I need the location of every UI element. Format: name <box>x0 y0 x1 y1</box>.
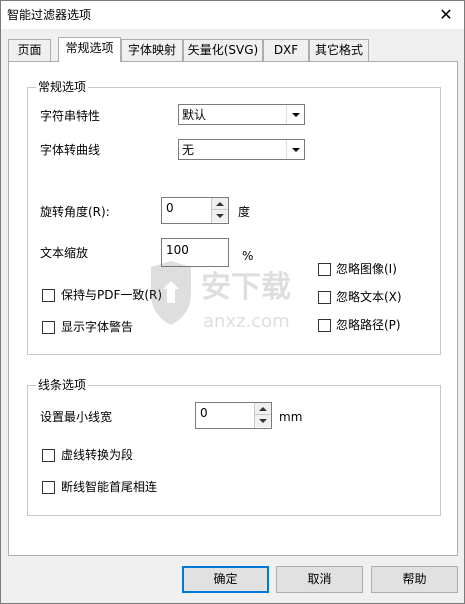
spin-down-icon[interactable] <box>212 210 228 222</box>
min-line-width-spinner[interactable]: 0 <box>195 402 272 429</box>
chevron-down-icon[interactable] <box>286 105 304 124</box>
chevron-down-icon[interactable] <box>286 140 304 159</box>
ignore-paths-checkbox[interactable] <box>318 319 331 332</box>
ignore-text-label: 忽略文本(X) <box>336 290 402 304</box>
keep-pdf-checkbox[interactable] <box>42 289 55 302</box>
general-options-group: 常规选项 字符串特性 默认 字体转曲线 无 旋转角度(R): 0 度 文本缩放 <box>27 79 441 355</box>
tab-font-mapping[interactable]: 字体映射 <box>121 39 183 61</box>
line-options-group: 线条选项 设置最小线宽 0 mm 虚线转换为段 断线智能首尾相连 <box>27 377 441 516</box>
ignore-images-checkbox[interactable] <box>318 263 331 276</box>
rotation-spin-buttons <box>211 198 228 223</box>
spin-up-icon[interactable] <box>212 198 228 210</box>
general-group-label: 常规选项 <box>36 79 89 95</box>
tab-page[interactable]: 页面 <box>8 39 51 61</box>
tab-other-formats[interactable]: 其它格式 <box>309 39 369 61</box>
show-font-warning-checkbox[interactable] <box>42 321 55 334</box>
rotation-spinner[interactable]: 0 <box>161 197 229 224</box>
window-title: 智能过滤器选项 <box>7 8 92 22</box>
ignore-text-checkbox[interactable] <box>318 291 331 304</box>
rotation-unit: 度 <box>238 205 251 219</box>
dashed-to-segments-label: 虚线转换为段 <box>61 448 134 462</box>
ignore-images-label: 忽略图像(I) <box>336 262 397 276</box>
min-line-width-label: 设置最小线宽 <box>40 410 113 424</box>
tab-vectorize-svg[interactable]: 矢量化(SVG) <box>183 39 263 61</box>
text-scale-value[interactable]: 100 <box>166 242 189 258</box>
keep-pdf-label: 保持与PDF一致(R) <box>61 288 163 302</box>
help-button[interactable]: 帮助 <box>371 566 458 593</box>
options-dialog: 智能过滤器选项 ✕ 页面 常规选项 字体映射 矢量化(SVG) DXF 其它格式… <box>0 0 465 604</box>
show-font-warning-label: 显示字体警告 <box>61 320 134 334</box>
rotation-value[interactable]: 0 <box>166 200 174 216</box>
dashed-to-segments-checkbox[interactable] <box>42 449 55 462</box>
min-width-spin-buttons <box>254 403 271 428</box>
broken-line-join-label: 断线智能首尾相连 <box>61 480 158 494</box>
string-props-value: 默认 <box>182 108 207 122</box>
spin-up-icon[interactable] <box>255 403 271 415</box>
text-scale-unit: % <box>242 249 254 263</box>
close-button[interactable]: ✕ <box>434 4 458 26</box>
title-bar: 智能过滤器选项 ✕ <box>1 1 464 29</box>
rotation-label: 旋转角度(R): <box>40 205 110 219</box>
font-to-curve-value: 无 <box>182 143 195 157</box>
line-group-label: 线条选项 <box>36 377 89 393</box>
font-to-curve-label: 字体转曲线 <box>40 143 101 157</box>
string-props-label: 字符串特性 <box>40 109 101 123</box>
cancel-button[interactable]: 取消 <box>276 566 363 593</box>
text-scale-input[interactable]: 100 <box>161 238 229 267</box>
string-props-select[interactable]: 默认 <box>178 104 305 125</box>
min-line-width-value[interactable]: 0 <box>200 405 208 421</box>
tab-bar: 页面 常规选项 字体映射 矢量化(SVG) DXF 其它格式 <box>8 37 458 62</box>
ignore-paths-label: 忽略路径(P) <box>336 318 401 332</box>
min-line-width-unit: mm <box>279 410 303 424</box>
tab-panel: 常规选项 字符串特性 默认 字体转曲线 无 旋转角度(R): 0 度 文本缩放 <box>8 61 458 556</box>
tab-general[interactable]: 常规选项 <box>58 37 121 62</box>
broken-line-join-checkbox[interactable] <box>42 481 55 494</box>
text-scale-label: 文本缩放 <box>40 246 89 260</box>
font-to-curve-select[interactable]: 无 <box>178 139 305 160</box>
spin-down-icon[interactable] <box>255 415 271 427</box>
tab-dxf[interactable]: DXF <box>263 39 309 61</box>
ok-button[interactable]: 确定 <box>182 566 269 593</box>
